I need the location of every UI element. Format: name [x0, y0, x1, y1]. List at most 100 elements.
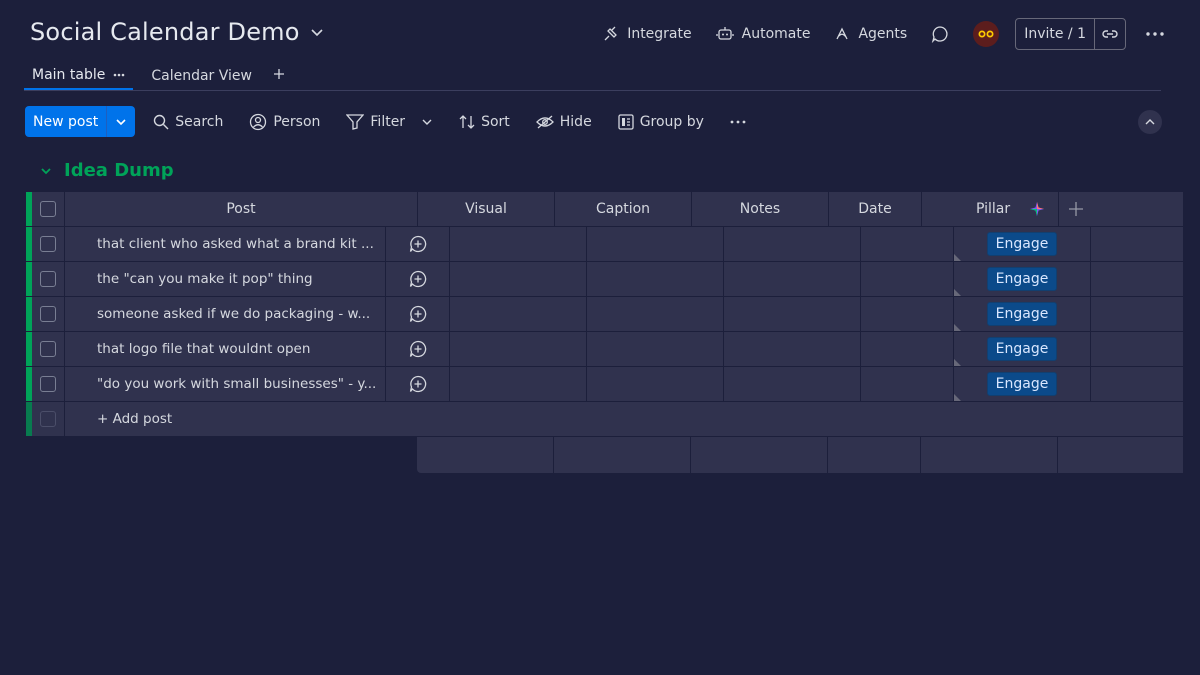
pillar-badge[interactable]: Engage [986, 302, 1058, 326]
visual-cell[interactable] [450, 227, 587, 261]
more-icon[interactable] [113, 73, 125, 77]
integrate-button[interactable]: Integrate [603, 26, 692, 42]
add-update-button[interactable] [386, 332, 450, 366]
notes-cell[interactable] [724, 367, 861, 401]
add-update-button[interactable] [386, 297, 450, 331]
add-update-button[interactable] [386, 227, 450, 261]
caption-cell[interactable] [587, 297, 724, 331]
pillar-badge[interactable]: Engage [986, 372, 1058, 396]
table-row[interactable]: "do you work with small businesses" - y.… [26, 367, 1183, 402]
add-post-input[interactable]: + Add post [65, 402, 1183, 436]
column-header-notes[interactable]: Notes [692, 192, 829, 226]
pillar-cell[interactable]: Engage [954, 367, 1091, 401]
board-title[interactable]: Social Calendar Demo [30, 18, 324, 46]
collapse-header-button[interactable] [1138, 110, 1162, 134]
pillar-cell[interactable]: Engage [954, 332, 1091, 366]
add-update-button[interactable] [386, 262, 450, 296]
ai-sparkle-icon[interactable] [1030, 202, 1045, 216]
copy-link-button[interactable] [1095, 19, 1125, 49]
column-header-post[interactable]: Post [65, 192, 418, 226]
add-column-button[interactable] [1059, 192, 1183, 226]
row-checkbox-cell[interactable] [32, 262, 65, 296]
pillar-badge[interactable]: Engage [986, 337, 1058, 361]
automate-button[interactable]: Automate [715, 26, 811, 42]
checkbox[interactable] [40, 271, 56, 287]
updates-button[interactable] [931, 25, 949, 43]
table-row[interactable]: that client who asked what a brand kit .… [26, 227, 1183, 262]
checkbox[interactable] [40, 306, 56, 322]
visual-cell[interactable] [450, 332, 587, 366]
chevron-down-icon[interactable] [40, 165, 52, 177]
post-cell[interactable]: someone asked if we do packaging - w... [65, 297, 386, 331]
summary-cell-notes [691, 437, 828, 473]
pillar-cell[interactable]: Engage [954, 227, 1091, 261]
column-header-caption[interactable]: Caption [555, 192, 692, 226]
column-header-date[interactable]: Date [829, 192, 922, 226]
filter-button[interactable]: Filter [346, 114, 433, 130]
post-cell[interactable]: that client who asked what a brand kit .… [65, 227, 386, 261]
table-row[interactable]: someone asked if we do packaging - w... … [26, 297, 1183, 332]
checkbox[interactable] [40, 341, 56, 357]
notes-cell[interactable] [724, 262, 861, 296]
add-update-button[interactable] [386, 367, 450, 401]
select-all-checkbox[interactable] [32, 192, 65, 226]
add-comment-icon [409, 305, 427, 323]
toolbar-more-button[interactable] [730, 120, 746, 124]
visual-cell[interactable] [450, 297, 587, 331]
row-checkbox-cell[interactable] [32, 367, 65, 401]
agents-button[interactable]: Agents [834, 26, 907, 42]
checkbox[interactable] [40, 376, 56, 392]
avatar[interactable] [973, 21, 1000, 47]
post-cell[interactable]: "do you work with small businesses" - y.… [65, 367, 386, 401]
notes-cell[interactable] [724, 227, 861, 261]
checkbox[interactable] [40, 201, 56, 217]
notes-cell[interactable] [724, 332, 861, 366]
group-by-button[interactable]: Group by [618, 114, 704, 130]
notes-cell[interactable] [724, 297, 861, 331]
group-title[interactable]: Idea Dump [64, 160, 174, 181]
column-header-pillar[interactable]: Pillar [922, 192, 1059, 226]
pillar-cell[interactable]: Engage [954, 262, 1091, 296]
tab-main-table[interactable]: Main table [24, 62, 134, 90]
add-view-button[interactable] [273, 62, 284, 86]
visual-cell[interactable] [450, 367, 587, 401]
person-filter-button[interactable]: Person [249, 113, 320, 131]
row-checkbox-cell[interactable] [32, 332, 65, 366]
date-cell[interactable] [861, 262, 954, 296]
caption-cell[interactable] [587, 367, 724, 401]
pillar-badge[interactable]: Engage [986, 267, 1058, 291]
post-cell[interactable]: that logo file that wouldnt open [65, 332, 386, 366]
date-cell[interactable] [861, 367, 954, 401]
date-cell[interactable] [861, 227, 954, 261]
row-checkbox-cell[interactable] [32, 227, 65, 261]
table-row[interactable]: that logo file that wouldnt open Engage [26, 332, 1183, 367]
post-cell[interactable]: the "can you make it pop" thing [65, 262, 386, 296]
new-post-button[interactable]: New post [25, 106, 108, 137]
row-checkbox-cell[interactable] [32, 297, 65, 331]
pillar-cell[interactable]: Engage [954, 297, 1091, 331]
checkbox [40, 411, 56, 427]
caption-cell[interactable] [587, 262, 724, 296]
date-cell[interactable] [861, 332, 954, 366]
column-header-visual[interactable]: Visual [418, 192, 555, 226]
group-header[interactable]: Idea Dump [40, 160, 174, 181]
table-row[interactable]: the "can you make it pop" thing Engage [26, 262, 1183, 297]
caption-cell[interactable] [587, 227, 724, 261]
automate-label: Automate [741, 26, 811, 42]
tab-calendar-view[interactable]: Calendar View [143, 62, 260, 90]
new-post-dropdown[interactable] [107, 106, 135, 137]
checkbox[interactable] [40, 236, 56, 252]
hide-button[interactable]: Hide [535, 114, 592, 130]
sort-button[interactable]: Sort [459, 114, 510, 130]
visual-cell[interactable] [450, 262, 587, 296]
person-label: Person [273, 113, 321, 130]
search-button[interactable]: Search [153, 114, 223, 130]
caption-cell[interactable] [587, 332, 724, 366]
pillar-badge[interactable]: Engage [986, 232, 1058, 256]
invite-button[interactable]: Invite / 1 [1016, 19, 1095, 49]
chevron-down-icon[interactable] [421, 116, 433, 128]
summary-cell-caption [554, 437, 691, 473]
add-comment-icon [409, 340, 427, 358]
more-options-button[interactable] [1140, 19, 1170, 49]
date-cell[interactable] [861, 297, 954, 331]
